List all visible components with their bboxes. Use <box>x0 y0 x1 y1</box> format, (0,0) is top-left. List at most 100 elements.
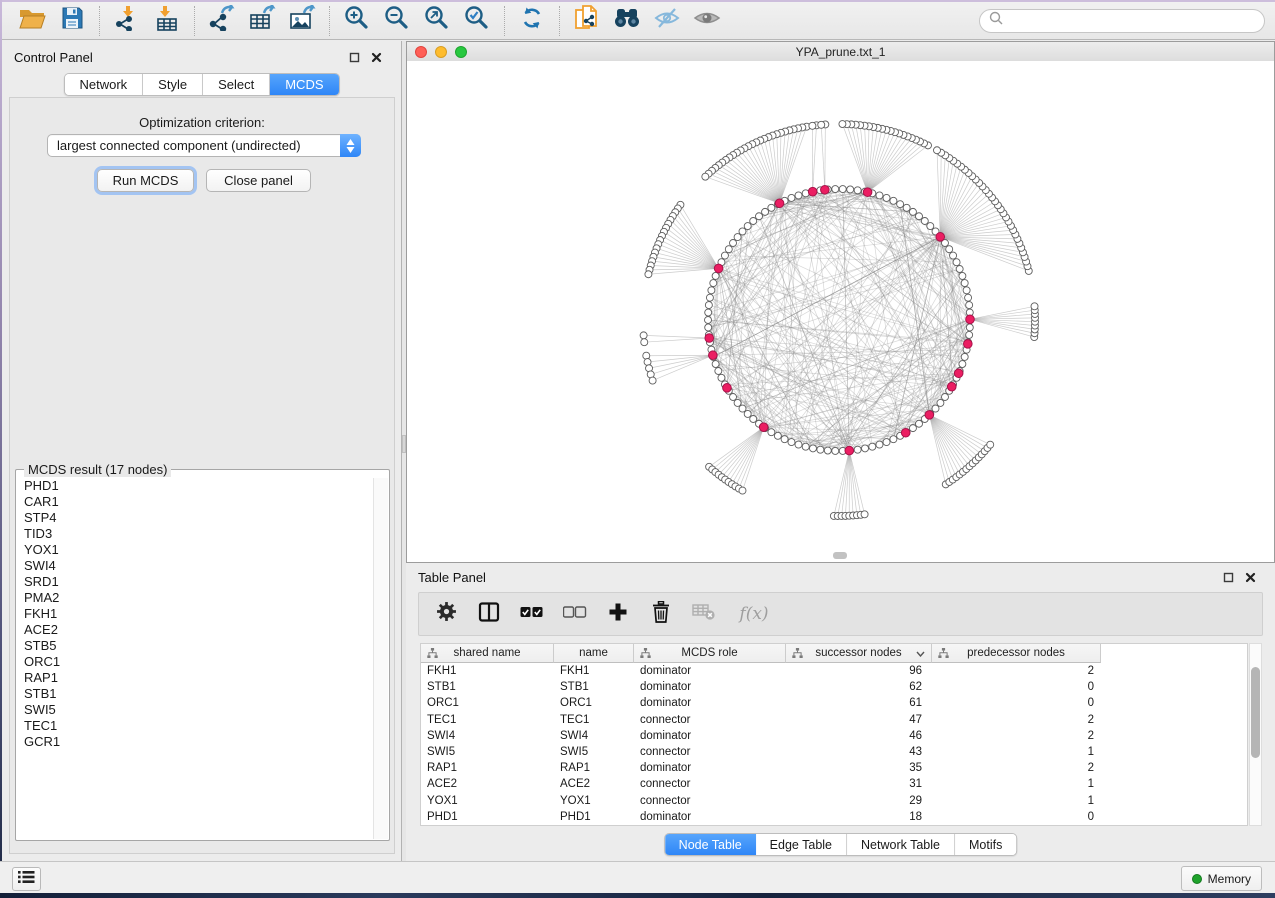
ring-node[interactable] <box>909 425 916 432</box>
tab-network[interactable]: Network <box>64 74 143 95</box>
network-graph[interactable] <box>407 61 1274 562</box>
ring-node[interactable] <box>730 393 737 400</box>
ring-node[interactable] <box>744 223 751 230</box>
table-row[interactable]: TEC1TEC1connector472 <box>421 712 1247 728</box>
ring-node[interactable] <box>795 192 802 199</box>
leaf-node[interactable] <box>1031 303 1038 310</box>
ring-node[interactable] <box>876 441 883 448</box>
ring-node[interactable] <box>705 324 712 331</box>
mcds-result-item[interactable]: PHD1 <box>17 478 373 494</box>
ring-node[interactable] <box>959 272 966 279</box>
search-input[interactable] <box>1004 13 1255 29</box>
ring-node[interactable] <box>705 302 712 309</box>
search-binoculars-button[interactable] <box>607 5 647 37</box>
ring-node[interactable] <box>832 186 839 193</box>
mcds-hub-node[interactable] <box>954 369 963 378</box>
mcds-hub-node[interactable] <box>821 185 830 194</box>
leaf-node[interactable] <box>818 121 825 128</box>
search-field[interactable] <box>979 9 1265 33</box>
ring-node[interactable] <box>781 436 788 443</box>
mcds-hub-node[interactable] <box>759 423 768 432</box>
ring-node[interactable] <box>932 405 939 412</box>
deselect-all-button[interactable] <box>562 601 588 627</box>
ring-node[interactable] <box>966 331 973 338</box>
tab-edge-table[interactable]: Edge Table <box>756 834 847 855</box>
ring-node[interactable] <box>966 302 973 309</box>
mcds-result-item[interactable]: GCR1 <box>17 734 373 750</box>
delete-column-button[interactable] <box>648 601 674 627</box>
column-header-name[interactable]: name <box>554 644 634 663</box>
mcds-hub-node[interactable] <box>863 188 872 197</box>
network-hscrollbar-thumb[interactable] <box>833 552 847 559</box>
mcds-result-item[interactable]: RAP1 <box>17 670 373 686</box>
mcds-hub-node[interactable] <box>723 384 732 393</box>
ring-node[interactable] <box>710 280 717 287</box>
zoom-selected-button[interactable] <box>457 5 497 37</box>
mcds-result-item[interactable]: STP4 <box>17 510 373 526</box>
ring-node[interactable] <box>788 194 795 201</box>
mcds-hub-node[interactable] <box>705 334 714 343</box>
export-image-button[interactable] <box>282 5 322 37</box>
column-header-shared-name[interactable]: shared name <box>421 644 554 663</box>
leaf-node[interactable] <box>643 352 650 359</box>
mcds-hub-node[interactable] <box>947 382 956 391</box>
ring-node[interactable] <box>715 367 722 374</box>
leaf-node[interactable] <box>645 271 652 278</box>
show-columns-button[interactable] <box>476 601 502 627</box>
mcds-hub-node[interactable] <box>845 446 854 455</box>
ring-node[interactable] <box>946 246 953 253</box>
leaf-node[interactable] <box>934 147 941 154</box>
leaf-node[interactable] <box>839 121 846 128</box>
ring-node[interactable] <box>774 432 781 439</box>
table-panel-close-button[interactable] <box>1244 571 1257 584</box>
mcds-hub-node[interactable] <box>936 233 945 242</box>
tab-network-table[interactable]: Network Table <box>847 834 955 855</box>
refresh-button[interactable] <box>512 5 552 37</box>
leaf-node[interactable] <box>739 487 746 494</box>
ring-node[interactable] <box>909 208 916 215</box>
run-mcds-button[interactable]: Run MCDS <box>97 169 194 192</box>
mcds-result-item[interactable]: ACE2 <box>17 622 373 638</box>
show-graphics-button[interactable] <box>687 5 727 37</box>
ring-node[interactable] <box>817 446 824 453</box>
zoom-fit-button[interactable] <box>417 5 457 37</box>
memory-button[interactable]: Memory <box>1181 866 1262 891</box>
export-table-button[interactable] <box>242 5 282 37</box>
ring-node[interactable] <box>768 204 775 211</box>
table-scrollbar[interactable] <box>1249 643 1262 826</box>
ring-node[interactable] <box>734 234 741 241</box>
column-header-predecessor-nodes[interactable]: predecessor nodes <box>932 644 1101 663</box>
mcds-result-item[interactable]: FKH1 <box>17 606 373 622</box>
export-network-button[interactable] <box>202 5 242 37</box>
ring-node[interactable] <box>862 445 869 452</box>
ring-node[interactable] <box>847 186 854 193</box>
ring-node[interactable] <box>915 420 922 427</box>
import-network-button[interactable] <box>107 5 147 37</box>
optimization-criterion-select[interactable]: largest connected component (undirected) <box>47 134 361 157</box>
ring-node[interactable] <box>744 410 751 417</box>
ring-node[interactable] <box>890 197 897 204</box>
column-header-MCDS-role[interactable]: MCDS role <box>634 644 786 663</box>
ring-node[interactable] <box>876 192 883 199</box>
ring-node[interactable] <box>956 266 963 273</box>
ring-node[interactable] <box>854 446 861 453</box>
ring-node[interactable] <box>756 213 763 220</box>
mcds-result-item[interactable]: TEC1 <box>17 718 373 734</box>
table-row[interactable]: RAP1RAP1dominator352 <box>421 760 1247 776</box>
ring-node[interactable] <box>832 447 839 454</box>
clone-network-button[interactable] <box>567 5 607 37</box>
ui-options-button[interactable] <box>12 867 41 891</box>
tab-motifs[interactable]: Motifs <box>955 834 1016 855</box>
mcds-list-scrollbar[interactable] <box>373 478 388 839</box>
ring-node[interactable] <box>705 309 712 316</box>
ring-node[interactable] <box>824 447 831 454</box>
mcds-hub-node[interactable] <box>925 411 934 420</box>
mcds-hub-node[interactable] <box>966 315 975 324</box>
ring-node[interactable] <box>721 252 728 259</box>
ring-node[interactable] <box>959 361 966 368</box>
table-row[interactable]: SWI4SWI4dominator462 <box>421 728 1247 744</box>
leaf-node[interactable] <box>987 441 994 448</box>
ring-node[interactable] <box>963 287 970 294</box>
ring-node[interactable] <box>941 393 948 400</box>
tab-mcds[interactable]: MCDS <box>270 74 338 95</box>
